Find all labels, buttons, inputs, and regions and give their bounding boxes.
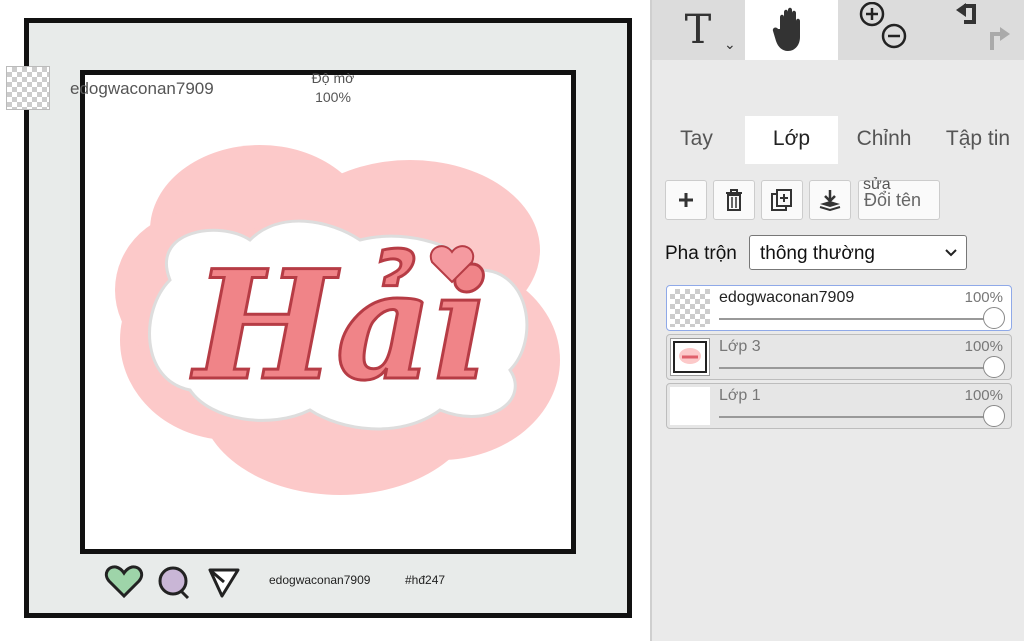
merge-down-button[interactable] [809, 180, 851, 220]
layer-opacity: 100% [964, 387, 1003, 404]
heart-icon[interactable] [104, 564, 144, 600]
opacity-label: Độ mờ [311, 70, 355, 86]
opacity-value: 100% [315, 89, 351, 105]
plus-icon [679, 193, 693, 207]
zoom-out-icon[interactable] [881, 23, 907, 49]
merge-down-icon [819, 190, 841, 211]
layer-name: edogwaconan7909 [719, 289, 855, 306]
post-username: edogwaconan7909 [269, 573, 371, 587]
add-layer-button[interactable] [665, 180, 707, 220]
current-layer-thumbnail [6, 66, 50, 110]
delete-layer-button[interactable] [713, 180, 755, 220]
chevron-down-icon [945, 249, 957, 257]
layer-name: Lớp 1 [719, 387, 761, 404]
tab-file[interactable]: Tập tin [932, 116, 1024, 164]
layer-opacity: 100% [964, 338, 1003, 355]
tab-edit-label: Chỉnh [856, 127, 912, 150]
opacity-slider-handle[interactable] [983, 405, 1005, 427]
layer-preview-image [673, 341, 707, 373]
post-hashtag: #hđ247 [405, 573, 446, 587]
toolbar: T ⌄ [652, 0, 1024, 60]
layer-name: Lớp 3 [719, 338, 761, 355]
history-controls [930, 0, 1024, 60]
opacity-slider-track[interactable] [719, 416, 995, 418]
layer-thumbnail [670, 338, 710, 376]
trash-icon [726, 189, 742, 211]
zoom-controls [838, 0, 930, 60]
duplicate-layer-button[interactable] [761, 180, 803, 220]
text-tool-button[interactable]: T ⌄ [652, 0, 744, 60]
layer-row[interactable]: Lớp 1 100% [666, 383, 1012, 429]
blend-mode-select[interactable]: thông thường [749, 235, 967, 270]
opacity-slider-track[interactable] [719, 318, 995, 320]
chevron-down-icon[interactable]: ⌄ [724, 36, 736, 53]
layer-thumbnail [670, 387, 710, 425]
comment-icon[interactable] [155, 564, 191, 602]
layer-thumbnail [670, 289, 710, 327]
current-layer-name: edogwaconan7909 [70, 79, 214, 98]
tab-hand[interactable]: Tay [650, 116, 743, 164]
blend-mode-value: thông thường [760, 243, 875, 264]
opacity-slider-track[interactable] [719, 367, 995, 369]
layer-row[interactable]: Lớp 3 100% [666, 334, 1012, 380]
tab-layers[interactable]: Lớp [745, 116, 838, 164]
sticker-artwork: Hải [115, 145, 560, 495]
send-icon[interactable] [206, 564, 242, 600]
history-icons [956, 3, 1010, 50]
layer-opacity: 100% [964, 289, 1003, 306]
rename-layer-label: Đổi tên [864, 190, 922, 210]
text-tool-icon: T [684, 7, 712, 53]
redo-icon[interactable] [990, 27, 1010, 50]
undo-icon[interactable] [956, 3, 976, 24]
zoom-icons [859, 2, 907, 49]
blend-mode-label: Pha trộn [665, 243, 737, 264]
zoom-in-icon[interactable] [859, 2, 885, 27]
panel-tabs: Tay Lớp Chỉnh Tập tin [650, 116, 1024, 164]
opacity-slider-handle[interactable] [983, 356, 1005, 378]
hand-tool-button[interactable] [745, 0, 838, 60]
duplicate-icon [771, 189, 792, 211]
tab-edit[interactable]: Chỉnh [838, 116, 930, 164]
opacity-slider-handle[interactable] [983, 307, 1005, 329]
hand-tool-icon [772, 7, 800, 51]
layer-row[interactable]: edogwaconan7909 100% [666, 285, 1012, 331]
